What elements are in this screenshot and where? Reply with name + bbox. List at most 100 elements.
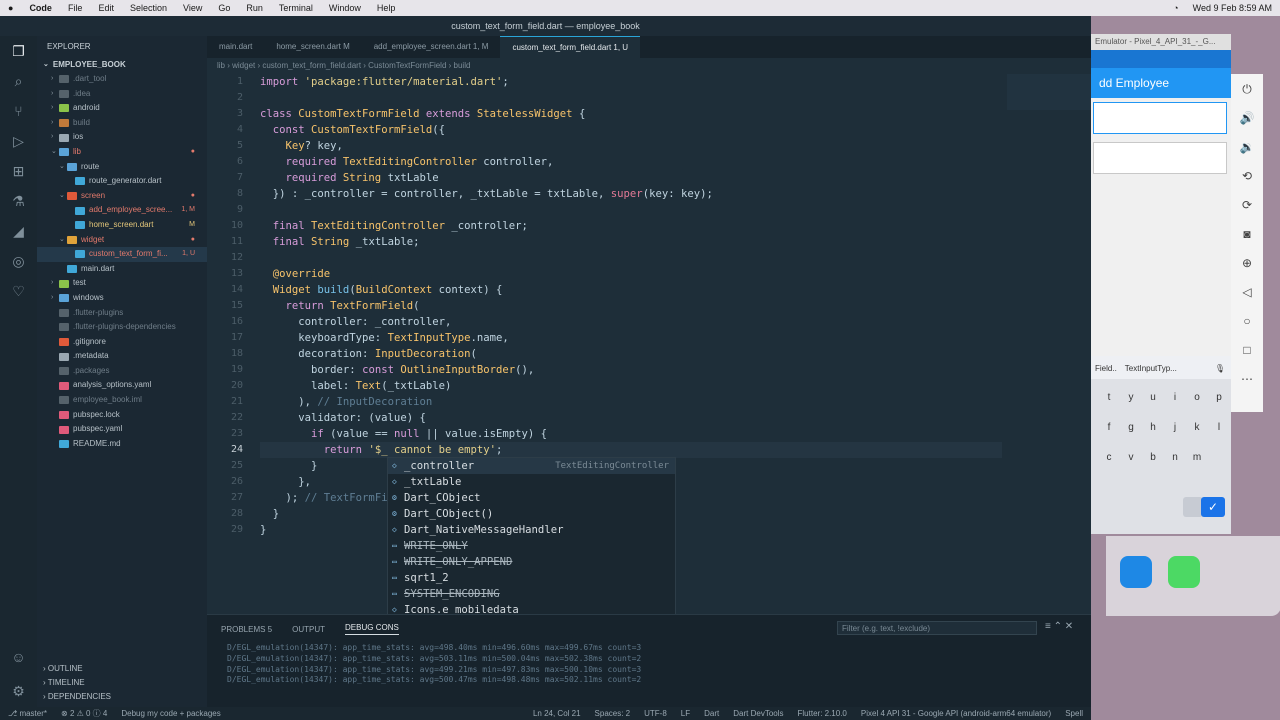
menu-app[interactable]: Code [29, 3, 52, 13]
key[interactable]: i [1167, 389, 1183, 407]
status-item[interactable]: Ln 24, Col 21 [533, 709, 581, 718]
key[interactable]: f [1101, 419, 1117, 437]
account-icon[interactable]: ☺ [0, 642, 37, 672]
menu-edit[interactable]: Edit [98, 3, 114, 13]
apple-icon[interactable]: ● [8, 3, 13, 13]
status-item[interactable]: ⎇ master* [8, 709, 47, 718]
key[interactable]: n [1167, 449, 1183, 467]
file-tree-item[interactable]: README.md [37, 437, 207, 452]
editor-tab[interactable]: main.dart [207, 36, 264, 58]
file-tree-item[interactable]: › build [37, 116, 207, 131]
key[interactable]: t [1101, 389, 1117, 407]
suggestion-item[interactable]: ▭ WRITE_ONLY_APPEND [388, 554, 675, 570]
file-tree-item[interactable]: employee_book.iml [37, 393, 207, 408]
file-tree-item[interactable]: ⌄ widget ● [37, 233, 207, 248]
file-tree-item[interactable]: › test [37, 276, 207, 291]
status-item[interactable]: Flutter: 2.10.0 [798, 709, 847, 718]
menu-window[interactable]: Window [329, 3, 361, 13]
key[interactable]: y [1123, 389, 1139, 407]
menu-view[interactable]: View [183, 3, 202, 13]
source-control-icon[interactable]: ⑂ [0, 96, 37, 126]
file-tree-item[interactable]: › ios [37, 130, 207, 145]
key[interactable]: h [1145, 419, 1161, 437]
status-item[interactable]: Dart [704, 709, 719, 718]
file-tree-item[interactable]: › .dart_tool [37, 72, 207, 87]
file-tree-item[interactable]: .flutter-plugins [37, 306, 207, 321]
file-tree-item[interactable]: .gitignore [37, 335, 207, 350]
live-share-icon[interactable]: ♡ [0, 276, 37, 306]
file-tree-item[interactable]: .flutter-plugins-dependencies [37, 320, 207, 335]
key[interactable]: u [1145, 389, 1161, 407]
file-tree-item[interactable]: ⌄ lib ● [37, 145, 207, 160]
suggestion-chip[interactable]: TextInputTyp... [1125, 364, 1177, 373]
status-item[interactable]: LF [681, 709, 690, 718]
file-tree-item[interactable]: route_generator.dart [37, 174, 207, 189]
file-tree-item[interactable]: ⌄ route [37, 160, 207, 175]
file-tree-item[interactable]: analysis_options.yaml [37, 378, 207, 393]
file-tree-item[interactable]: custom_text_form_fi... 1, U [37, 247, 207, 262]
key[interactable]: l [1211, 419, 1227, 437]
key[interactable]: g [1123, 419, 1139, 437]
maximize-icon[interactable]: ⌃ [1054, 621, 1062, 632]
close-icon[interactable]: ✕ [1065, 621, 1073, 632]
file-tree-item[interactable]: › android [37, 101, 207, 116]
flutter-icon[interactable]: ◢ [0, 216, 37, 246]
status-item[interactable]: Spell [1065, 709, 1083, 718]
file-tree-item[interactable]: › windows [37, 291, 207, 306]
wifi-icon[interactable]: ◔ [1173, 3, 1178, 13]
power-icon[interactable]: ⏻ [1242, 82, 1252, 103]
explorer-icon[interactable]: ❐ [0, 36, 37, 66]
back-icon[interactable]: ◁ [1242, 285, 1251, 306]
file-tree-item[interactable]: .packages [37, 364, 207, 379]
overview-icon[interactable]: □ [1243, 343, 1250, 364]
file-tree-item[interactable]: add_employee_scree... 1, M [37, 203, 207, 218]
project-header[interactable]: ⌄ EMPLOYEE_BOOK [37, 58, 207, 72]
mic-icon[interactable]: 🎙 [1215, 364, 1231, 373]
suggestion-item[interactable]: ▭ WRITE_ONLY [388, 538, 675, 554]
key[interactable]: c [1101, 449, 1117, 467]
suggestion-item[interactable]: ◇ _controller TextEditingController [388, 458, 675, 474]
menu-selection[interactable]: Selection [130, 3, 167, 13]
search-icon[interactable]: ⌕ [0, 66, 37, 96]
key[interactable]: o [1189, 389, 1205, 407]
file-tree-item[interactable]: .metadata [37, 349, 207, 364]
menu-run[interactable]: Run [246, 3, 263, 13]
panel-tab[interactable]: PROBLEMS 5 [221, 625, 272, 634]
file-tree-item[interactable]: pubspec.yaml [37, 422, 207, 437]
key[interactable]: p [1211, 389, 1227, 407]
menu-terminal[interactable]: Terminal [279, 3, 313, 13]
status-item[interactable]: Dart DevTools [733, 709, 783, 718]
key[interactable]: k [1189, 419, 1205, 437]
testing-icon[interactable]: ⚗ [0, 186, 37, 216]
key[interactable]: m [1189, 449, 1205, 467]
home-icon[interactable]: ○ [1243, 314, 1250, 335]
menu-help[interactable]: Help [377, 3, 396, 13]
key[interactable]: j [1167, 419, 1183, 437]
rotate-left-icon[interactable]: ⟲ [1242, 169, 1252, 190]
timeline-section[interactable]: › TIMELINE [37, 676, 207, 690]
rotate-right-icon[interactable]: ⟳ [1242, 198, 1252, 219]
panel-tab[interactable]: OUTPUT [292, 625, 325, 634]
file-tree-item[interactable]: ⌄ screen ● [37, 189, 207, 204]
editor-tab[interactable]: custom_text_form_field.dart 1, U [500, 36, 641, 58]
key[interactable]: b [1145, 449, 1161, 467]
suggestion-item[interactable]: ◇ Dart_NativeMessageHandler [388, 522, 675, 538]
menubar-clock[interactable]: Wed 9 Feb 8:59 AM [1193, 3, 1272, 13]
key[interactable]: v [1123, 449, 1139, 467]
suggestion-item[interactable]: ◇ _txtLable [388, 474, 675, 490]
menu-go[interactable]: Go [218, 3, 230, 13]
minimap[interactable] [1007, 74, 1091, 110]
manage-gear-icon[interactable]: ⚙ [0, 676, 37, 706]
outline-section[interactable]: › OUTLINE [37, 662, 207, 676]
file-tree-item[interactable]: main.dart [37, 262, 207, 277]
employee-field-2[interactable] [1093, 142, 1227, 174]
status-item[interactable]: ⊗ 2 ⚠ 0 ⓘ 4 [61, 708, 107, 719]
file-tree-item[interactable]: › .idea [37, 87, 207, 102]
status-item[interactable]: Debug my code + packages [121, 709, 220, 718]
enter-key[interactable]: ✓ [1201, 497, 1225, 517]
zoom-icon[interactable]: ⊕ [1242, 256, 1252, 277]
safari-icon[interactable] [1120, 556, 1152, 588]
breadcrumb[interactable]: lib › widget › custom_text_form_field.da… [207, 58, 1091, 74]
status-item[interactable]: Spaces: 2 [595, 709, 631, 718]
volume-down-icon[interactable]: 🔉 [1240, 140, 1255, 161]
